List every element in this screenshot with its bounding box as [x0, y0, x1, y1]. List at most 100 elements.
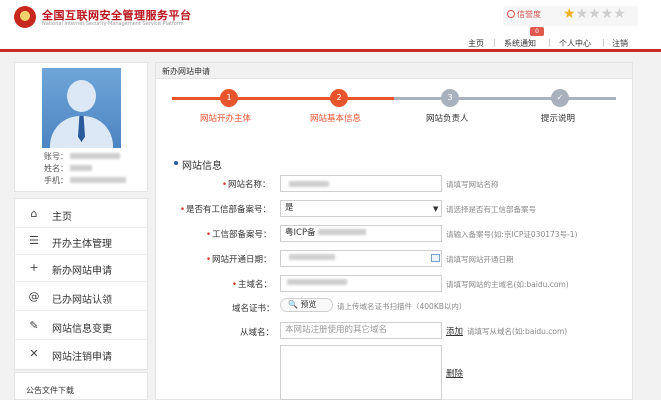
police-emblem-logo: [14, 6, 36, 28]
step-1-label: 网站开办主体: [200, 114, 252, 124]
step-2-label: 网站基本信息: [310, 114, 362, 124]
required-mark: •: [206, 230, 212, 240]
avatar: [42, 68, 121, 148]
sidebar-item-modify-site[interactable]: ✎ 网站信息变更: [14, 313, 148, 339]
credit-label: 信誉度: [517, 10, 541, 19]
sub-domain-label: 从域名：: [240, 328, 275, 338]
sub-domain-list[interactable]: [280, 345, 442, 400]
step-2-circle: 2: [330, 89, 348, 107]
cert-label: 域名证书：: [232, 304, 275, 314]
required-mark: •: [180, 205, 186, 215]
account-row: 账号：: [44, 151, 120, 162]
name-row: 姓名：: [44, 163, 92, 174]
nav-logout[interactable]: 注销: [612, 38, 628, 49]
home-icon: ⌂: [30, 207, 38, 220]
step-4-label: 提示说明: [541, 114, 576, 124]
icp-number-hint: 请输入备案号(如:京ICP证030173号-1): [446, 230, 578, 239]
required-mark: •: [232, 280, 238, 290]
sidebar-item-label: 已办网站认领: [52, 295, 112, 306]
nav-separator: [603, 39, 604, 47]
sidebar-item-new-site[interactable]: + 新办网站申请: [14, 255, 148, 281]
chevron-down-icon: ▼: [433, 205, 439, 213]
sidebar-item-label: 开办主体管理: [52, 239, 112, 250]
site-name-hint: 请填写网站名称: [446, 180, 499, 189]
step-1-circle: 1: [220, 89, 238, 107]
phone-value-redacted: [70, 177, 126, 183]
sidebar-item-label: 主页: [52, 212, 72, 223]
name-label: 姓名：: [44, 164, 68, 173]
menu-divider: [14, 281, 148, 282]
sidebar-item-claim-site[interactable]: @ 已办网站认领: [14, 284, 148, 310]
star-icon: ★: [588, 6, 601, 22]
delete-sub-domain-link[interactable]: 删除: [446, 367, 463, 379]
account-label: 账号：: [44, 152, 68, 161]
open-date-hint: 请填写网站开通日期: [446, 255, 514, 264]
nav-notifications[interactable]: 系统通知: [504, 38, 536, 49]
site-name-input[interactable]: [280, 175, 442, 192]
nav-separator: [494, 39, 495, 47]
cert-hint: 请上传域名证书扫描件（400KB以内）: [337, 302, 467, 311]
credit-icon: [507, 10, 515, 18]
at-icon: @: [28, 290, 40, 303]
plus-icon: +: [29, 261, 39, 274]
domain-input[interactable]: [280, 275, 442, 292]
open-date-label: •网站开通日期：: [206, 255, 272, 265]
nav-separator: [549, 39, 550, 47]
sidebar-item-label: 新办网站申请: [52, 266, 112, 277]
preview-button[interactable]: 🔍 预览: [280, 298, 333, 312]
sidebar-item-home[interactable]: ⌂ 主页: [14, 201, 148, 227]
domain-label: •主域名：: [232, 280, 273, 290]
account-value-redacted: [70, 153, 120, 159]
sidebar-item-label: 网站注销申请: [52, 352, 112, 363]
menu-divider: [14, 310, 148, 311]
icp-filed-label: •是否有工信部备案号：: [180, 205, 272, 215]
credit-button[interactable]: 信誉度: [507, 9, 541, 20]
icp-filed-select[interactable]: 是: [280, 200, 442, 217]
step-3-label: 网站负责人: [426, 114, 469, 124]
nav-home[interactable]: 主页: [468, 38, 484, 49]
search-icon: 🔍: [288, 300, 298, 309]
name-value-redacted: [70, 165, 92, 171]
avatar-head: [67, 80, 96, 112]
step-4-check-icon: ✓: [551, 89, 569, 107]
close-icon: ✕: [29, 347, 39, 360]
stepper-remaining-line: [394, 97, 616, 100]
step-3-circle: 3: [441, 89, 459, 107]
notification-badge: 0: [530, 27, 544, 36]
sub-domain-input[interactable]: 本网站注册使用的其它域名: [280, 322, 442, 339]
star-icon: ★: [613, 6, 626, 22]
add-sub-domain-link[interactable]: 添加: [446, 325, 463, 337]
phone-row: 手机：: [44, 175, 126, 186]
open-date-redacted: [289, 254, 335, 260]
site-subtitle: National Internet Security Management Se…: [42, 21, 184, 27]
icp-filed-hint: 请选择是否有工信部备案号: [446, 205, 536, 214]
domain-hint: 请填写网站的主域名(如:baidu.com): [446, 280, 569, 289]
section-bullet-icon: [174, 161, 178, 165]
stepper-progress-line: [172, 97, 394, 100]
site-name-label: •网站名称：: [222, 180, 271, 190]
phone-label: 手机：: [44, 176, 68, 185]
notice-title: 公告文件下载: [26, 386, 74, 395]
domain-redacted: [287, 279, 347, 285]
sidebar-item-label: 网站信息变更: [52, 324, 112, 335]
panel-header: [156, 63, 632, 79]
icp-number-redacted: [317, 229, 366, 235]
nav-profile[interactable]: 个人中心: [559, 38, 591, 49]
star-icon: ★: [575, 6, 589, 22]
required-mark: •: [222, 180, 228, 190]
rating-stars: ★★★★★: [563, 7, 626, 21]
menu-divider: [14, 339, 148, 340]
panel-title: 新办网站申请: [162, 67, 210, 76]
site-name-redacted: [289, 181, 329, 187]
sidebar-item-cancel-site[interactable]: ✕ 网站注销申请: [14, 341, 148, 367]
section-title: 网站信息: [182, 161, 222, 172]
calendar-icon[interactable]: [431, 254, 440, 262]
star-icon: ★: [563, 6, 576, 22]
open-date-input[interactable]: [280, 250, 442, 267]
icp-number-label: •工信部备案号：: [206, 230, 272, 240]
edit-icon: ✎: [29, 319, 39, 332]
icp-number-input[interactable]: 粤ICP备: [280, 225, 442, 242]
star-icon: ★: [600, 6, 614, 22]
list-icon: ☰: [29, 234, 39, 247]
sidebar-item-entity-management[interactable]: ☰ 开办主体管理: [14, 228, 148, 254]
